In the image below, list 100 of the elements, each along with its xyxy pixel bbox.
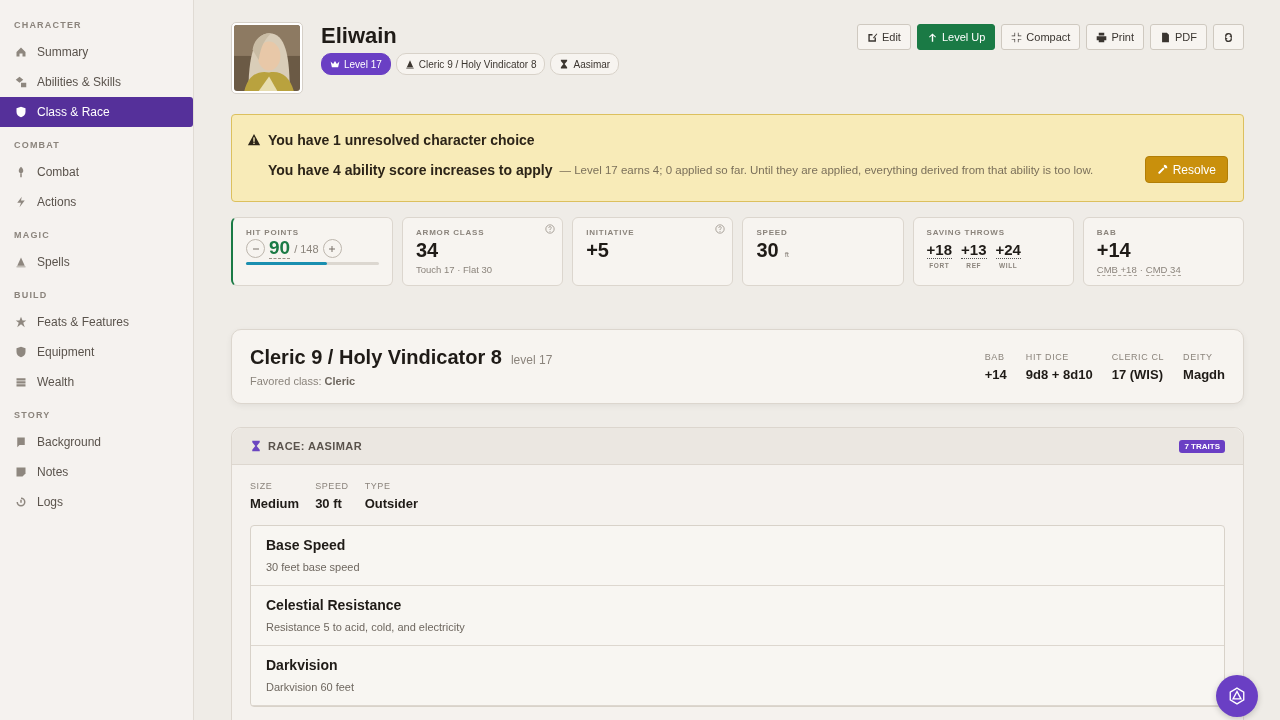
fact-value: 30 ft [315,496,343,511]
character-chip: Aasimar [550,53,620,75]
favored-label: Favored class: [250,375,322,387]
sidebar-item[interactable]: Summary [0,37,193,67]
trait-description: Darkvision 60 feet [266,681,356,693]
stat-link[interactable]: CMB +18 [1096,264,1137,276]
stat-label: HIT POINTS [246,228,300,237]
warning-icon [247,133,261,147]
stat-label: INITIATIVE [586,228,636,237]
section-heading: COMBAT [13,140,62,150]
class-title: Cleric 9 / Holy Vindicator 8 [250,346,502,369]
traits-badge: 7 TRAITS [1179,439,1225,453]
action-button[interactable]: Print [1086,24,1144,50]
edit-icon [866,31,878,43]
arrow-up-icon [926,31,938,43]
trait-description: 30 feet base speed [266,561,361,573]
plus-icon [327,243,338,254]
action-button[interactable]: PDF [1150,24,1207,50]
action-button[interactable] [1213,24,1244,50]
hp-value[interactable]: 90 [269,238,291,259]
section-heading: CHARACTER [13,20,83,30]
fact-value: 9d8 + 8d10 [1025,366,1093,382]
action-button[interactable]: Level Up [916,24,996,50]
dice-icon [1228,687,1246,705]
class-level: level 17 [510,353,553,367]
separator: · [1139,264,1143,276]
alert-title: You have 1 unresolved character choice [268,132,535,148]
favored-class: Cleric [324,375,356,387]
nav-icon [15,376,27,388]
save-value[interactable]: +24 [995,241,1021,259]
refresh-icon [1223,31,1234,43]
fact-value: Medium [250,496,300,511]
save-value[interactable]: +13 [961,241,987,259]
nav-icon [15,466,27,478]
hourglass-icon [559,59,570,69]
stat-link[interactable]: CMD 34 [1145,264,1181,276]
alert-headline: You have 4 ability score increases to apply [268,161,553,178]
section-heading: MAGIC [13,230,51,240]
fact-label: DEITY [1183,351,1214,362]
sidebar-item[interactable]: Spells [0,247,193,277]
character-name: Eliwain [321,22,398,50]
nav-icon [15,346,27,358]
nav-icon [15,76,27,88]
sidebar-item[interactable]: Actions [0,187,193,217]
section-heading: STORY [13,410,52,420]
nav-icon [15,496,27,508]
nav-icon [15,196,27,208]
sidebar-item[interactable]: Logs [0,487,193,517]
fact-label: TYPE [364,481,392,491]
sidebar-item[interactable]: Class & Race [0,97,193,127]
fact-value: Outsider [364,496,419,511]
trait-description: Resistance 5 to acid, cold, and electricity [266,621,466,633]
stat-value: +14 [1096,239,1131,262]
race-title: RACE: AASIMAR [268,440,363,452]
fact-label: SPEED [315,481,349,491]
fact-label: CLERIC CL [1111,351,1165,362]
stat-value: 34 [416,239,439,262]
compress-icon [1011,31,1023,43]
fact-value: 17 (WIS) [1111,366,1164,382]
dice-button[interactable] [1216,675,1258,717]
trait-name: Base Speed [266,537,347,553]
hat-icon [404,59,415,69]
crown-icon [330,59,340,69]
help-icon[interactable] [545,224,556,234]
nav-icon [15,436,27,448]
print-icon [1096,31,1108,43]
file-icon [1160,31,1171,43]
character-chip: Level 17 [321,53,391,75]
stat-value: 30 [756,239,779,262]
wrench-icon [1156,164,1168,175]
sidebar-item[interactable]: Wealth [0,367,193,397]
stat-label: SPEED [756,228,789,237]
sidebar-item[interactable]: Feats & Features [0,307,193,337]
stat-detail: Touch 17 · Flat 30 [416,264,494,275]
stat-label: ARMOR CLASS [416,228,486,237]
fact-label: BAB [984,351,1006,362]
action-button[interactable]: Edit [856,24,911,50]
trait-name: Darkvision [266,657,339,673]
sidebar-item[interactable]: Notes [0,457,193,487]
hourglass-icon [250,440,262,452]
trait-name: Celestial Resistance [266,597,403,613]
nav-icon [15,106,27,118]
nav-icon [15,316,27,328]
stat-label: SAVING THROWS [926,228,1006,237]
nav-icon [15,256,27,268]
hp-max: / 148 [294,242,319,255]
sidebar-item[interactable]: Background [0,427,193,457]
stat-unit: ft [784,250,790,259]
alert-detail: — Level 17 earns 4; 0 applied so far. Until they are applied, everything derived from that ability is too low. [559,163,1095,176]
stat-value: +5 [586,239,609,262]
sidebar-item[interactable]: Equipment [0,337,193,367]
sidebar-item[interactable]: Combat [0,157,193,187]
stat-label: BAB [1096,228,1118,237]
save-value[interactable]: +18 [926,241,953,259]
sidebar-item[interactable]: Abilities & Skills [0,67,193,97]
fact-label: HIT DICE [1025,351,1070,362]
action-button[interactable]: Compact [1001,24,1081,50]
character-chip: Cleric 9 / Holy Vindicator 8 [395,53,546,75]
section-heading: BUILD [13,290,49,300]
help-icon[interactable] [715,224,726,234]
